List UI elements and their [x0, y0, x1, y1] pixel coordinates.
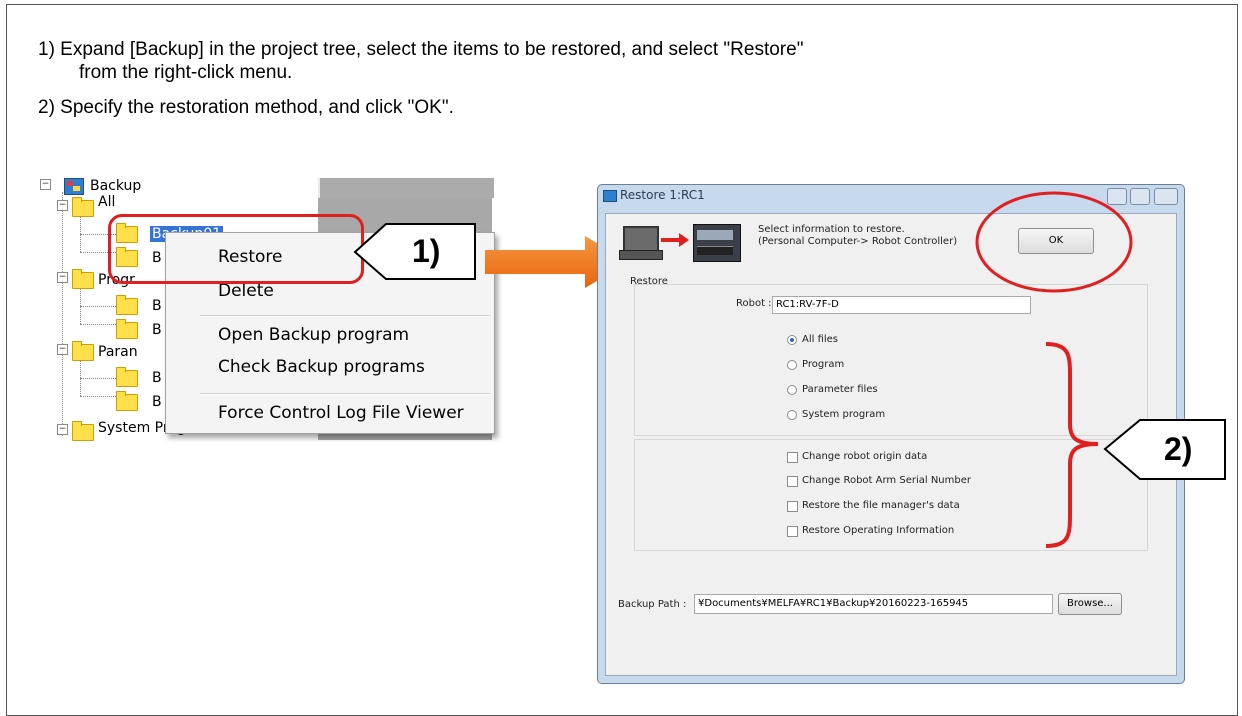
- browse-button[interactable]: Browse...: [1058, 593, 1122, 615]
- instruction-step1: 1) Expand [Backup] in the project tree, …: [38, 39, 804, 60]
- radio-program[interactable]: [787, 360, 797, 370]
- restore-highlight: [108, 214, 364, 284]
- dialog-app-icon: [603, 190, 617, 202]
- menu-item-open-backup-program[interactable]: Open Backup program: [218, 325, 409, 345]
- option-parameter-files[interactable]: Parameter files: [802, 384, 878, 395]
- menu-item-check-backup-programs[interactable]: Check Backup programs: [218, 357, 425, 377]
- tree-item-b[interactable]: B: [152, 322, 162, 338]
- tree-item-all[interactable]: All: [98, 194, 115, 210]
- tree-item-backup[interactable]: Backup: [90, 178, 141, 194]
- folder-icon: [116, 319, 138, 339]
- dialog-title: Restore 1:RC1: [620, 188, 705, 202]
- radio-all-files[interactable]: [787, 335, 797, 345]
- checkbox-restore-file-manager[interactable]: [787, 501, 798, 512]
- folder-icon: [72, 269, 94, 289]
- robot-field[interactable]: RC1:RV-7F-D: [772, 296, 1031, 314]
- radio-parameter-files[interactable]: [787, 385, 797, 395]
- menu-item-force-control-log-viewer[interactable]: Force Control Log File Viewer: [218, 403, 464, 423]
- expand-toggle[interactable]: −: [57, 344, 68, 355]
- checkbox-change-origin[interactable]: [787, 452, 798, 463]
- expand-toggle[interactable]: −: [57, 424, 68, 435]
- tree-item-b[interactable]: B: [152, 370, 162, 386]
- instruction-step1-cont: from the right-click menu.: [79, 62, 293, 83]
- instruction-step2: 2) Specify the restoration method, and c…: [38, 97, 454, 118]
- callout-1-label: 1): [412, 233, 441, 269]
- folder-icon: [72, 421, 94, 441]
- backup-root-icon: [64, 178, 84, 195]
- menu-separator: [200, 315, 490, 317]
- callout-2-label: 2): [1164, 431, 1193, 467]
- pc-to-controller-icon: [619, 222, 741, 268]
- menu-item-delete[interactable]: Delete: [218, 281, 274, 301]
- folder-icon: [116, 391, 138, 411]
- tree-item-b[interactable]: B: [152, 394, 162, 410]
- tree-item-parameter[interactable]: Paran: [98, 344, 138, 360]
- robot-label: Robot :: [736, 298, 772, 309]
- folder-icon: [72, 197, 94, 217]
- checkbox-label-change-serial: Change Robot Arm Serial Number: [802, 475, 971, 486]
- folder-icon: [72, 341, 94, 361]
- expand-toggle[interactable]: −: [40, 179, 51, 190]
- checkbox-change-serial[interactable]: [787, 476, 798, 487]
- close-button[interactable]: [1154, 188, 1178, 205]
- backup-path-field[interactable]: ¥Documents¥MELFA¥RC1¥Backup¥20160223-165…: [694, 594, 1053, 614]
- checkbox-label-restore-file-manager: Restore the file manager's data: [802, 500, 960, 511]
- option-system-program[interactable]: System program: [802, 409, 885, 420]
- checkbox-restore-operating-info[interactable]: [787, 526, 798, 537]
- folder-icon: [116, 295, 138, 315]
- expand-toggle[interactable]: −: [57, 200, 68, 211]
- radio-system-program[interactable]: [787, 410, 797, 420]
- backup-path-label: Backup Path :: [618, 599, 687, 610]
- folder-icon: [116, 367, 138, 387]
- ok-highlight-circle: [975, 191, 1133, 293]
- menu-separator: [200, 393, 490, 395]
- info-line-2: (Personal Computer-> Robot Controller): [758, 236, 958, 247]
- tree-item-b[interactable]: B: [152, 298, 162, 314]
- option-program[interactable]: Program: [802, 359, 844, 370]
- checkbox-label-restore-operating-info: Restore Operating Information: [802, 525, 955, 536]
- option-all-files[interactable]: All files: [802, 334, 838, 345]
- checkbox-label-change-origin: Change robot origin data: [802, 451, 928, 462]
- expand-toggle[interactable]: −: [57, 272, 68, 283]
- info-line-1: Select information to restore.: [758, 224, 905, 235]
